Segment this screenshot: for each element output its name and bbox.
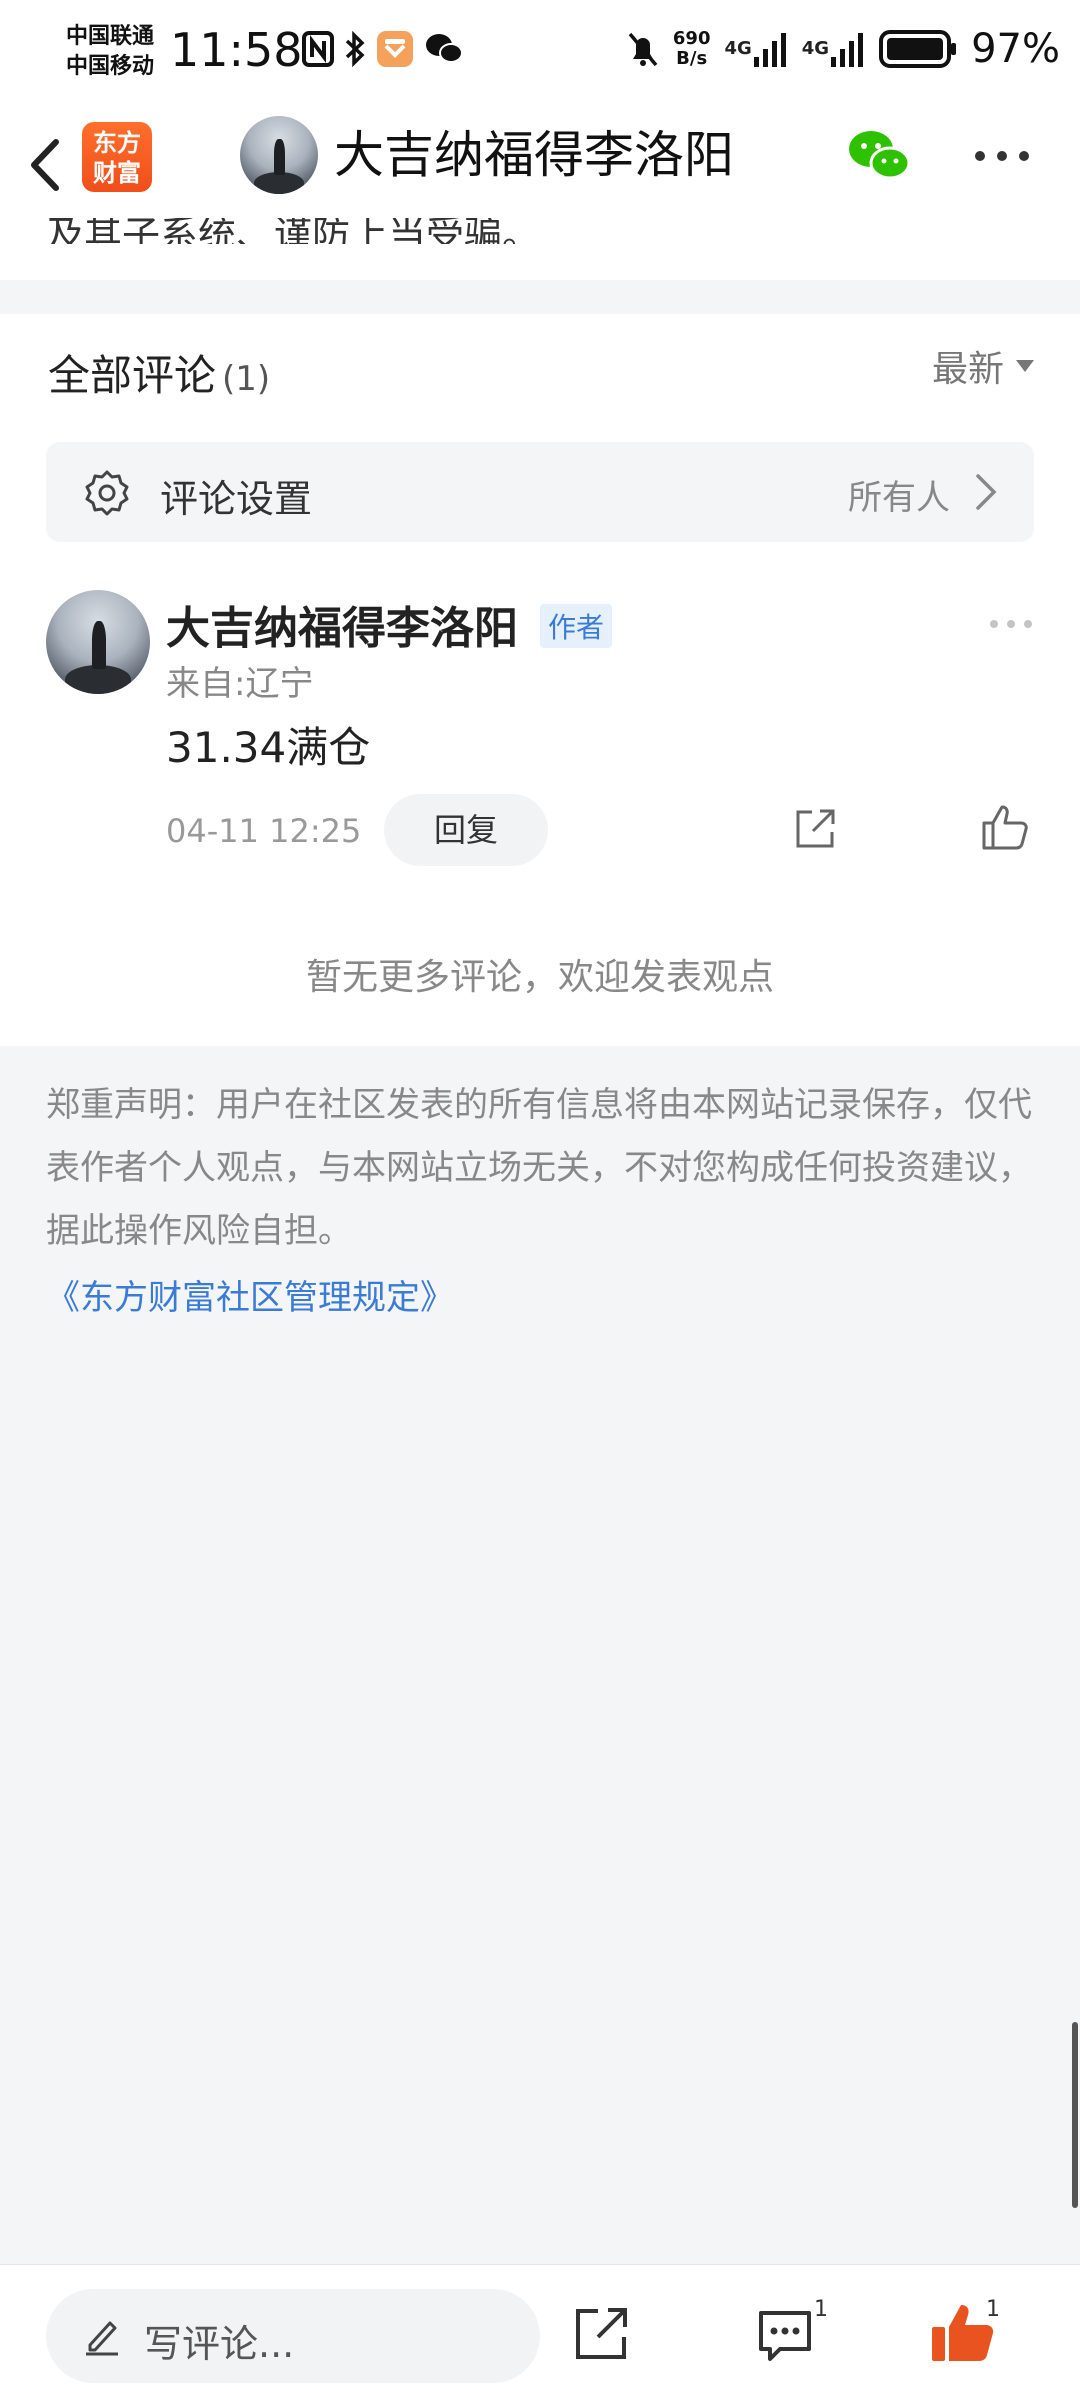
- more-options-icon[interactable]: [972, 148, 1032, 164]
- battery-percent: 97%: [971, 26, 1060, 72]
- network-type-2: 4G: [801, 38, 830, 59]
- nav-avatar[interactable]: [240, 116, 318, 194]
- gear-icon: [85, 470, 129, 516]
- thumbs-up-icon[interactable]: [930, 2301, 994, 2365]
- reply-button[interactable]: 回复: [384, 794, 548, 866]
- comment-body: 31.34满仓: [166, 723, 371, 772]
- net-speed-unit: B/s: [676, 48, 708, 69]
- logo-line-2: 财富: [93, 159, 141, 187]
- status-icons-right: 690 B/s 4G 4G 97%: [627, 26, 1060, 72]
- nav-bar: 东方 财富 大吉纳福得李洛阳: [0, 106, 1080, 225]
- app-logo[interactable]: 东方 财富: [82, 122, 152, 192]
- commenter-name[interactable]: 大吉纳福得李洛阳: [166, 592, 518, 656]
- nfc-icon: [302, 31, 334, 67]
- comments-section: 全部评论 (1) 最新 评论设置 所有人 大吉纳福得李洛阳 作者 来自:辽宁 31…: [0, 314, 1080, 1046]
- share-icon[interactable]: [792, 806, 838, 852]
- comment-icon[interactable]: [756, 2307, 814, 2365]
- back-icon[interactable]: [22, 130, 72, 200]
- comment-settings-row[interactable]: 评论设置 所有人: [46, 442, 1034, 542]
- wechat-status-icon: [426, 34, 463, 63]
- comment-placeholder: 写评论...: [144, 2322, 295, 2366]
- avatar-image: [240, 116, 318, 194]
- comment-time: 04-11 12:25: [166, 812, 362, 850]
- signal-bars-1-icon: [753, 33, 786, 67]
- share-icon[interactable]: [572, 2305, 630, 2363]
- carrier-2: 中国移动: [66, 54, 155, 79]
- bluetooth-icon: [345, 31, 365, 67]
- clock: 11:58: [170, 23, 303, 77]
- logo-line-1: 东方: [93, 129, 141, 157]
- settings-label: 评论设置: [160, 477, 313, 521]
- comment-item: 大吉纳福得李洛阳 作者 来自:辽宁 31.34满仓 04-11 12:25 回复: [0, 590, 1080, 890]
- carrier-info: 中国联通 中国移动: [66, 22, 154, 82]
- status-icons-left: [302, 30, 464, 68]
- status-bar: 中国联通 中国移动 11:58 690 B/s 4G 4G 97%: [0, 0, 1080, 106]
- app-notification-icon: [377, 31, 413, 67]
- like-count: 1: [986, 2297, 1000, 2322]
- commenter-avatar[interactable]: [46, 590, 150, 694]
- comments-header: 全部评论 (1): [48, 342, 270, 403]
- disclaimer-text: 郑重声明：用户在社区发表的所有信息将由本网站记录保存，仅代表作者个人观点，与本网…: [46, 1085, 1032, 1251]
- scrollbar-thumb[interactable]: [1072, 2022, 1078, 2208]
- article-tail: 及其子系统、谨防上当受骗。: [0, 218, 1080, 280]
- signal-bars-2-icon: [831, 33, 864, 67]
- mute-icon: [628, 32, 658, 67]
- chevron-right-icon: [976, 474, 997, 510]
- comment-more-icon[interactable]: [988, 618, 1034, 630]
- net-speed: 690 B/s: [673, 29, 711, 69]
- nav-title[interactable]: 大吉纳福得李洛阳: [334, 124, 734, 186]
- sort-dropdown[interactable]: 最新: [932, 340, 1034, 392]
- comments-title: 全部评论: [48, 351, 217, 400]
- commenter-location: 来自:辽宁: [166, 664, 314, 704]
- caret-down-icon: [1016, 360, 1034, 372]
- comments-count: (1): [222, 359, 271, 399]
- comment-count: 1: [814, 2297, 828, 2322]
- no-more-comments: 暂无更多评论，欢迎发表观点: [305, 957, 774, 998]
- avatar-image: [46, 590, 150, 694]
- partial-article-text: 及其子系统、谨防上当受骗。: [46, 218, 541, 244]
- settings-value: 所有人: [848, 478, 950, 518]
- write-comment-input[interactable]: 写评论...: [46, 2289, 540, 2383]
- net-speed-value: 690: [672, 28, 711, 49]
- author-badge: 作者: [540, 604, 613, 648]
- signal-1: 4G: [724, 31, 787, 67]
- pencil-icon: [86, 2321, 118, 2356]
- network-type-1: 4G: [724, 38, 752, 59]
- wechat-share-icon[interactable]: [846, 128, 912, 184]
- sort-label: 最新: [931, 349, 1004, 390]
- community-rules-link[interactable]: 《东方财富社区管理规定》: [46, 1270, 454, 1319]
- battery-icon: [879, 30, 957, 68]
- bottom-action-bar: 写评论... 1 1: [0, 2264, 1080, 2401]
- signal-2: 4G: [802, 31, 865, 67]
- like-icon[interactable]: [980, 802, 1030, 852]
- carrier-1: 中国联通: [66, 24, 155, 49]
